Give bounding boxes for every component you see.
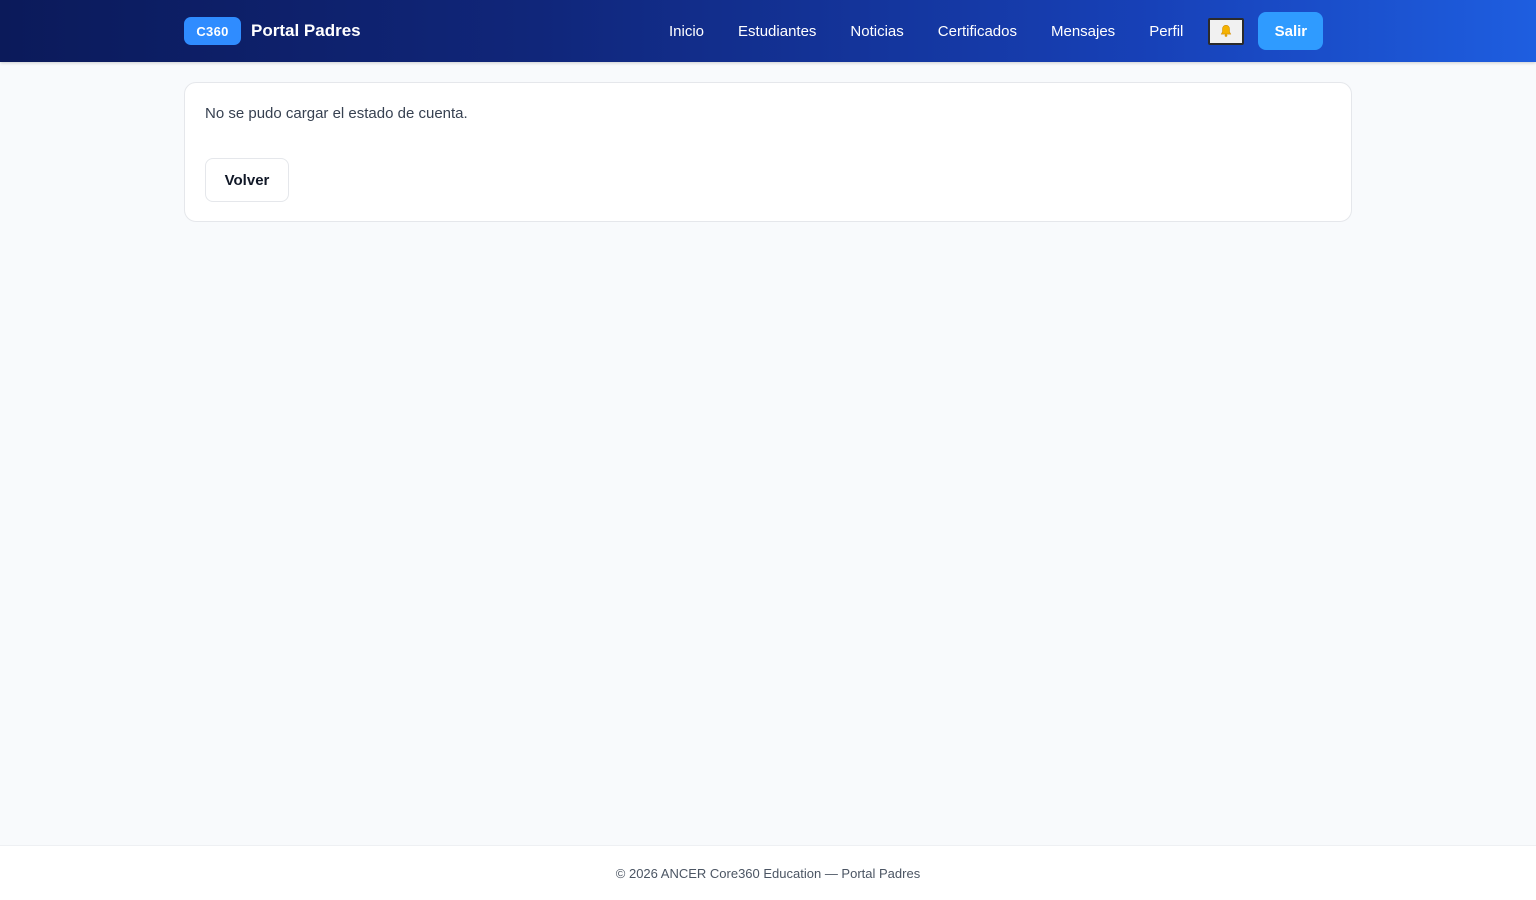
footer-copyright: © 2026 ANCER Core360 Education — Portal … [615, 865, 921, 881]
back-button[interactable]: Volver [205, 158, 289, 202]
nav-item-estudiantes[interactable]: Estudiantes [721, 23, 833, 40]
account-status-card: No se pudo cargar el estado de cuenta. V… [184, 82, 1352, 222]
nav-item-certificados[interactable]: Certificados [921, 23, 1034, 40]
logout-button[interactable]: Salir [1258, 12, 1324, 50]
bell-icon [1221, 25, 1232, 37]
nav-item-perfil[interactable]: Perfil [1132, 23, 1200, 40]
top-navbar: C360 Portal Padres Inicio Estudiantes No… [0, 0, 1536, 62]
brand[interactable]: C360 Portal Padres [184, 17, 361, 45]
brand-logo-badge: C360 [184, 17, 241, 45]
nav-item-inicio[interactable]: Inicio [652, 23, 721, 40]
footer: © 2026 ANCER Core360 Education — Portal … [0, 845, 1536, 900]
notifications-button[interactable] [1208, 17, 1245, 45]
error-message: No se pudo cargar el estado de cuenta. [205, 105, 468, 122]
brand-name: Portal Padres [251, 21, 361, 40]
nav-item-mensajes[interactable]: Mensajes [1034, 23, 1132, 40]
nav-item-noticias[interactable]: Noticias [833, 23, 920, 40]
main-nav: Inicio Estudiantes Noticias Certificados… [652, 0, 1324, 62]
